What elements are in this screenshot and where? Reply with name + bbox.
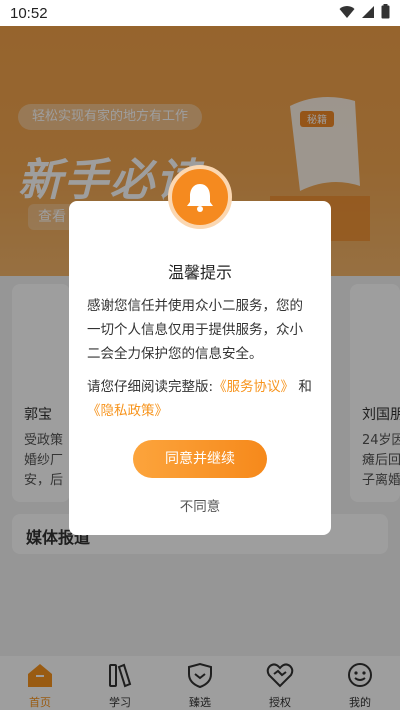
books-icon [105,660,135,690]
links-prefix: 请您仔细阅读完整版: [87,379,214,395]
bottom-nav: 首页 学习 臻选 授权 我的 [0,656,400,710]
nav-item-study[interactable]: 学习 [80,656,160,710]
nav-item-home[interactable]: 首页 [0,656,80,710]
home-icon [25,660,55,690]
bell-icon [168,165,232,229]
disagree-button[interactable]: 不同意 [69,495,331,515]
and-text: 和 [298,379,312,395]
nav-label-mine: 我的 [349,696,371,709]
smiley-face-icon [345,660,375,690]
battery-icon [381,3,390,23]
heart-shield-icon [185,660,215,690]
dialog-title: 温馨提示 [167,263,232,282]
dialog-body: 感谢您信任并使用众小二服务，您的一切个人信息仅用于提供服务，众小二会全力保护您的… [87,298,303,362]
handshake-heart-icon [265,660,295,690]
cellular-signal-icon [361,4,375,23]
status-bar: 10:52 [0,0,400,26]
nav-label-study: 学习 [109,696,131,709]
status-icons [339,3,390,23]
nav-item-mine[interactable]: 我的 [320,656,400,710]
service-agreement-link[interactable]: 《服务协议》 [213,379,294,395]
nav-label-select: 臻选 [189,696,211,709]
agree-button[interactable]: 同意并继续 [133,440,267,478]
privacy-policy-link[interactable]: 《隐私政策》 [87,403,168,419]
nav-item-authorize[interactable]: 授权 [240,656,320,710]
wifi-icon [339,4,355,23]
nav-item-select[interactable]: 臻选 [160,656,240,710]
nav-label-home: 首页 [29,696,51,709]
status-time: 10:52 [10,4,48,22]
dialog-links: 请您仔细阅读完整版:《服务协议》 和 《隐私政策》 [87,375,313,423]
nav-label-authorize: 授权 [269,696,291,709]
privacy-dialog: 温馨提示 感谢您信任并使用众小二服务，您的一切个人信息仅用于提供服务，众小二会全… [69,165,331,535]
